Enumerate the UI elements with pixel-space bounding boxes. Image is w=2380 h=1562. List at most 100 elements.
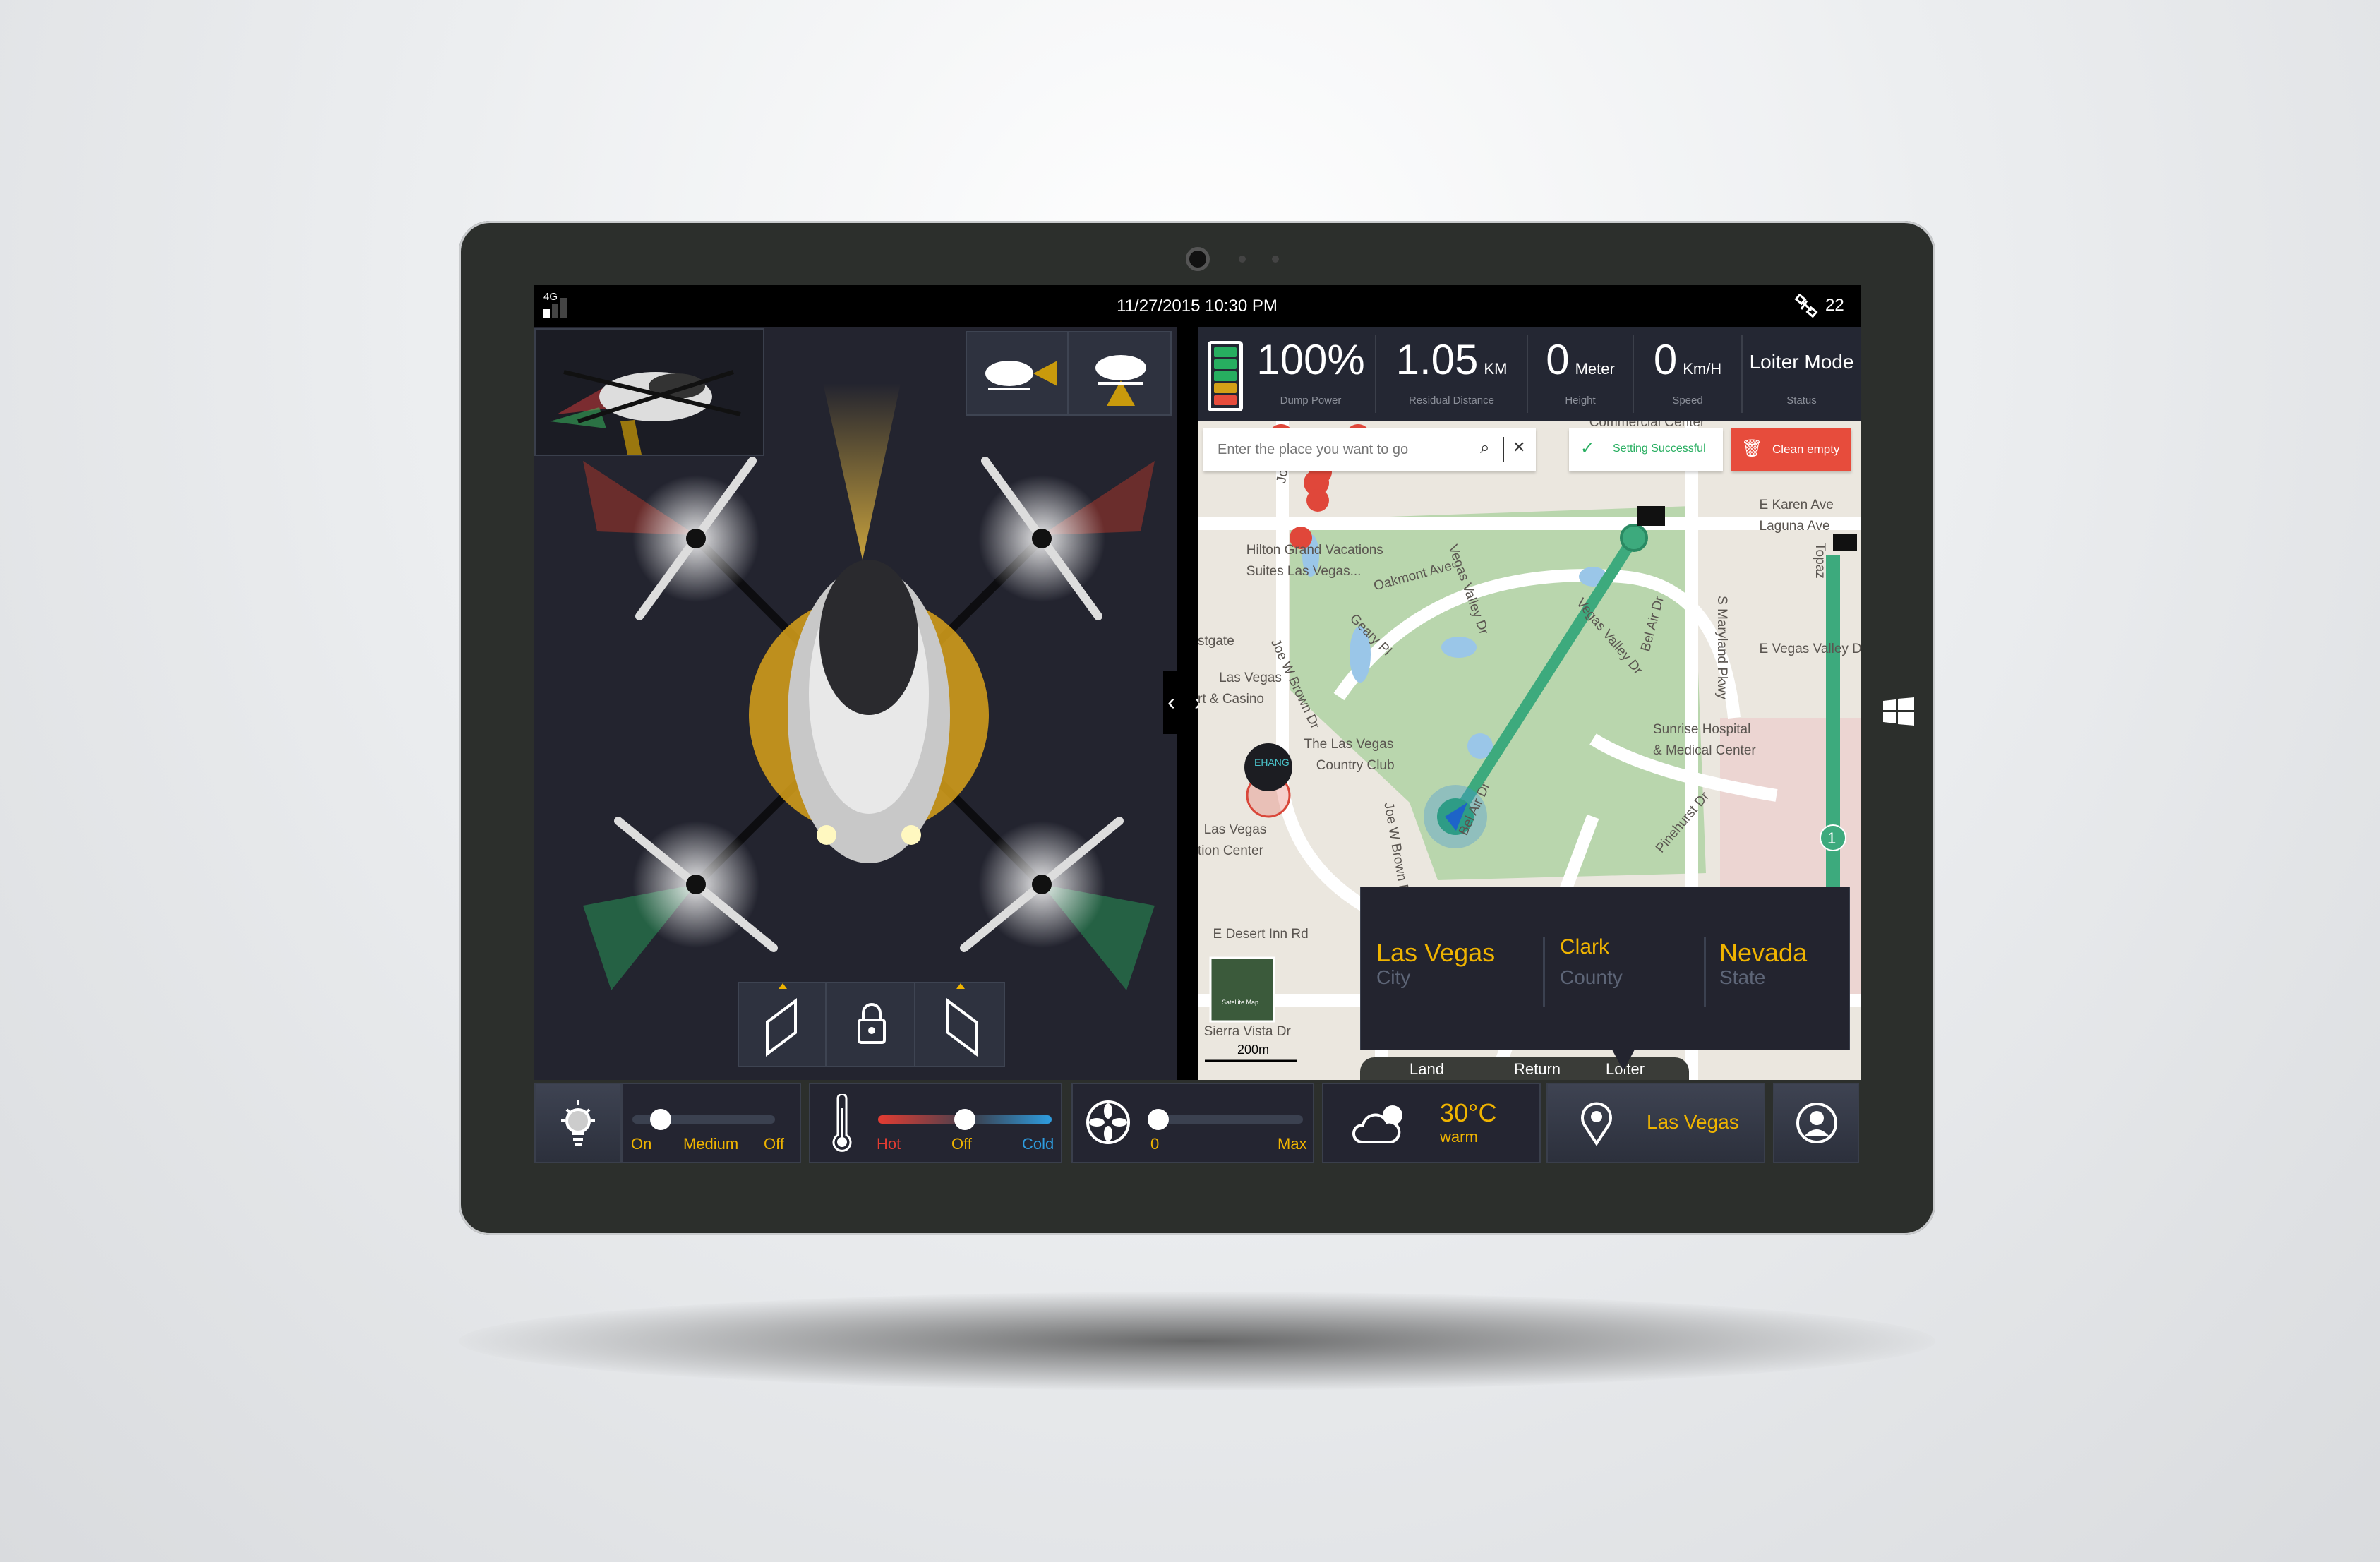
trash-icon: 🗑: [1741, 439, 1763, 458]
temperature-slider[interactable]: [878, 1109, 1052, 1130]
county-label: County: [1560, 966, 1623, 988]
slider-track[interactable]: [632, 1109, 775, 1130]
check-icon: ✓: [1580, 439, 1595, 458]
map-label: tion Center: [1198, 843, 1263, 858]
location-button[interactable]: Las Vegas: [1546, 1083, 1765, 1163]
return-button[interactable]: Return: [1514, 1060, 1561, 1079]
stat-value: 0: [1546, 336, 1570, 383]
map-label: stgate: [1198, 634, 1234, 649]
sensor-dot: [1272, 256, 1279, 263]
slider-knob[interactable]: [954, 1109, 975, 1130]
user-avatar-icon: [1796, 1103, 1837, 1143]
map-label: Las Vegas: [1203, 822, 1267, 837]
stat-label: Status: [1786, 395, 1817, 407]
stat-power: 100% Dump Power: [1247, 327, 1374, 421]
map-label: E Karen Ave: [1759, 497, 1834, 512]
battery-cell: [1214, 359, 1237, 369]
open-right-door-button[interactable]: [917, 983, 1004, 1066]
stat-value: 0: [1653, 336, 1678, 383]
drone-panel: [534, 327, 1177, 1080]
battery-cell: [1214, 383, 1237, 393]
map-label: The Las Vegas: [1304, 737, 1394, 752]
temp-off-label: Off: [951, 1135, 972, 1153]
lock-icon: [858, 1003, 886, 1044]
hot-label: Hot: [877, 1135, 901, 1153]
light-bulb-icon: [561, 1100, 595, 1146]
finish-flag-icon: [1637, 506, 1665, 526]
location-info-popup: Las Vegas City Clark County Nevada State: [1360, 887, 1850, 1071]
user-profile-button[interactable]: [1773, 1083, 1859, 1163]
battery-cell: [1214, 395, 1237, 405]
fan-max-label: Max: [1278, 1135, 1307, 1153]
map-label: E Desert Inn Rd: [1213, 926, 1309, 942]
map-label: Suites Las Vegas...: [1246, 564, 1362, 579]
stat-value: 100%: [1256, 336, 1365, 383]
waypoint-number: 1: [1827, 829, 1837, 847]
right-door-icon: [946, 983, 978, 1057]
light-slider[interactable]: On Medium Off: [621, 1083, 801, 1163]
camera-icon: [1186, 247, 1210, 271]
battery-cell: [1214, 347, 1237, 357]
cloud-sun-icon: [1352, 1105, 1402, 1143]
map-label: S Maryland Pkwy: [1714, 596, 1729, 700]
divider: [1543, 937, 1545, 1007]
stat-unit: KM: [1484, 360, 1508, 378]
map-scale: 200m: [1237, 1043, 1270, 1057]
battery-icon: [1208, 341, 1243, 411]
map-label: Country Club: [1316, 758, 1395, 774]
search-input[interactable]: [1218, 437, 1472, 462]
door-lock-controls: [738, 982, 1005, 1067]
control-bar: On Medium Off Hot Off Cold 0 Max 30°C wa…: [534, 1080, 1861, 1166]
search-icon[interactable]: ⌕: [1480, 438, 1489, 458]
collapse-left-button[interactable]: ‹: [1167, 689, 1175, 716]
setting-status-text: Setting Successful: [1613, 443, 1706, 455]
tablet-shadow: [459, 1292, 1935, 1390]
stat-unit: Meter: [1575, 360, 1615, 378]
finish-flag-icon: [1833, 534, 1857, 551]
headlight-beam: [823, 383, 901, 560]
map-label: Sierra Vista Dr: [1203, 1023, 1291, 1039]
fan-slider[interactable]: [1148, 1109, 1303, 1130]
location-name: Las Vegas: [1647, 1111, 1739, 1133]
datetime: 11/27/2015 10:30 PM: [1117, 296, 1278, 316]
stat-speed: 0 Km/H Speed: [1634, 327, 1741, 421]
drone-diagram: [583, 383, 1155, 990]
status-bar: 4G 11/27/2015 10:30 PM 22: [534, 285, 1861, 327]
map-label: E Vegas Valley Dr: [1759, 641, 1861, 656]
popup-pointer: [1612, 1050, 1635, 1071]
windows-logo-icon[interactable]: [1883, 697, 1914, 726]
map-label: rt & Casino: [1198, 691, 1264, 707]
stat-unit: Km/H: [1683, 360, 1722, 378]
slider-knob[interactable]: [1148, 1109, 1169, 1130]
divider: [1704, 937, 1706, 1007]
clear-search-button[interactable]: ✕: [1513, 438, 1525, 457]
stat-value: 1.05: [1395, 336, 1479, 383]
satellite-map-thumbnail: [1209, 956, 1275, 1023]
stat-label: Height: [1565, 395, 1596, 407]
ehang-label: EHANG: [1254, 757, 1290, 768]
open-left-door-button[interactable]: [739, 983, 827, 1066]
setting-status-toast: ✓ Setting Successful: [1569, 428, 1723, 471]
fan-icon: [1086, 1100, 1130, 1144]
county-value: Clark: [1560, 935, 1610, 959]
lock-button[interactable]: [828, 983, 915, 1066]
stat-value: Loiter Mode: [1749, 351, 1854, 373]
light-on-label: On: [631, 1135, 652, 1153]
location-pin-icon: [1581, 1102, 1612, 1146]
weather-description: warm: [1440, 1128, 1478, 1146]
fan-control: 0 Max: [1071, 1083, 1314, 1163]
cold-label: Cold: [1022, 1135, 1054, 1153]
city-value: Las Vegas: [1376, 938, 1496, 967]
search-box: ⌕ ✕: [1203, 428, 1536, 471]
sensor-dot: [1239, 256, 1246, 263]
clean-empty-label: Clean empty: [1772, 443, 1840, 456]
map-view[interactable]: Commercial Center Hilton Grand Vacations S…: [1198, 421, 1861, 1080]
slider-knob[interactable]: [650, 1109, 671, 1130]
map-label: Sunrise Hospital: [1653, 721, 1751, 737]
light-button[interactable]: [534, 1083, 621, 1163]
state-value: Nevada: [1719, 938, 1808, 967]
land-button[interactable]: Land: [1410, 1060, 1444, 1079]
satellite-count: 22: [1825, 296, 1844, 315]
city-label: City: [1376, 966, 1411, 988]
clean-empty-button[interactable]: 🗑 Clean empty: [1731, 428, 1851, 471]
